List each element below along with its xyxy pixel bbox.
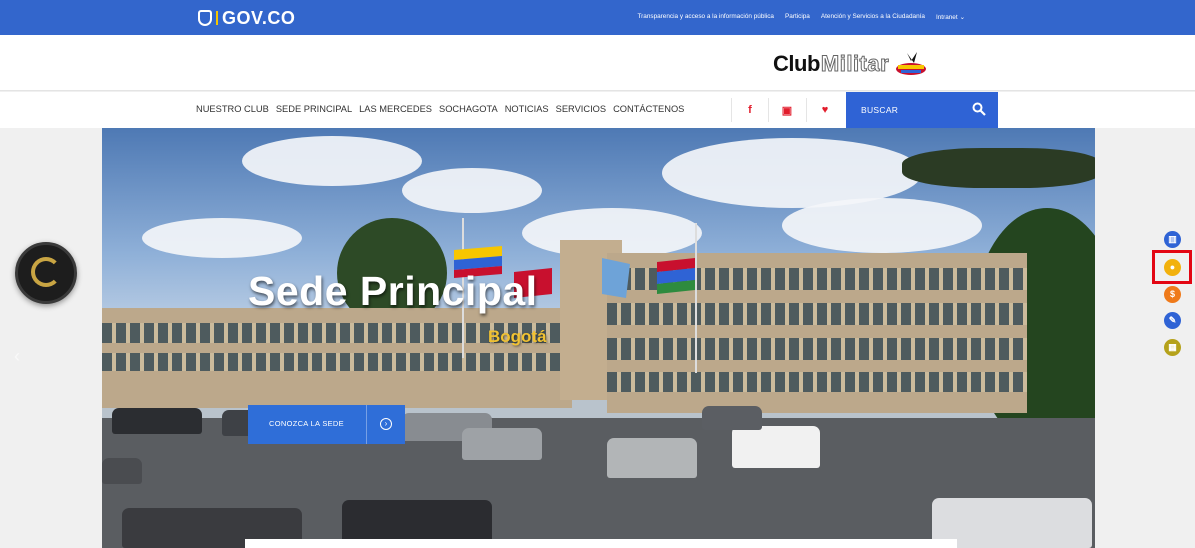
building-windows — [607, 338, 1027, 360]
gov-co-text: GOV.CO — [222, 7, 296, 28]
eagle-emblem-icon — [896, 52, 927, 75]
gov-links: Transparencia y acceso a la información … — [637, 13, 965, 21]
gov-top-bar: GOV.CO Transparencia y acceso a la infor… — [0, 0, 1195, 35]
nav-menu: NUESTRO CLUB SEDE PRINCIPAL LAS MERCEDES… — [196, 104, 684, 114]
hero-subtitle: Bogotá — [488, 327, 547, 346]
hero-title: Sede Principal — [248, 268, 538, 314]
club-militar-logo[interactable]: Club Militar — [773, 49, 929, 79]
cloud — [242, 136, 422, 186]
cloud — [142, 218, 302, 258]
intranet-dropdown[interactable]: Intranet ⌄ — [936, 13, 965, 21]
car — [732, 426, 820, 468]
search-icon[interactable] — [972, 102, 986, 116]
brand-header: Club Militar — [0, 35, 1195, 91]
link-atencion[interactable]: Atención y Servicios a la Ciudadanía — [821, 13, 925, 21]
nav-item-servicios[interactable]: SERVICIOS — [556, 104, 606, 114]
building-windows — [102, 353, 572, 371]
nav-item-noticias[interactable]: NOTICIAS — [505, 104, 549, 114]
building-windows — [607, 303, 1027, 325]
calendar-icon[interactable]: ▦ — [1164, 339, 1181, 356]
selection-highlight — [1152, 250, 1192, 284]
search-box[interactable]: BUSCAR — [846, 92, 998, 128]
hero-slider: Sede Principal Bogotá CONOZCA LA SEDE › — [102, 128, 1095, 548]
link-participa[interactable]: Participa — [785, 13, 810, 21]
floating-club-logo-button[interactable] — [15, 242, 77, 304]
search-label: BUSCAR — [861, 105, 899, 115]
page: GOV.CO Transparencia y acceso a la infor… — [0, 0, 1195, 548]
instagram-icon[interactable]: ▣ — [769, 92, 805, 128]
gov-co-logo[interactable]: GOV.CO — [198, 7, 295, 29]
flag-blue — [602, 258, 630, 298]
nav-item-contactenos[interactable]: CONTÁCTENOS — [613, 104, 684, 114]
building-windows — [607, 372, 1027, 392]
car — [112, 408, 202, 434]
car — [702, 406, 762, 430]
flag-gambia — [657, 258, 695, 294]
arrow-right-icon: › — [380, 418, 392, 430]
car — [462, 428, 542, 460]
main-navigation: NUESTRO CLUB SEDE PRINCIPAL LAS MERCEDES… — [0, 92, 1195, 128]
content-card-edge — [245, 539, 957, 548]
nav-item-sede-principal[interactable]: SEDE PRINCIPAL — [276, 104, 352, 114]
nav-item-sochagota[interactable]: SOCHAGOTA — [439, 104, 498, 114]
chevron-down-icon: ⌄ — [959, 14, 965, 21]
car — [607, 438, 697, 478]
facebook-icon[interactable]: f — [732, 92, 768, 128]
tree — [902, 148, 1095, 188]
logo-club-text: Club — [773, 51, 820, 76]
nav-item-nuestro-club[interactable]: NUESTRO CLUB — [196, 104, 269, 114]
twitter-icon[interactable]: ♥ — [807, 92, 843, 128]
flagpole — [695, 223, 697, 373]
slider-prev-arrow[interactable]: ‹ — [14, 346, 28, 366]
cta-divider — [366, 405, 367, 444]
logo-separator — [216, 11, 218, 25]
stats-icon[interactable]: ▥ — [1164, 231, 1181, 248]
cloud — [782, 198, 982, 253]
colombia-shield-icon — [198, 10, 212, 26]
cloud — [402, 168, 542, 213]
link-transparencia[interactable]: Transparencia y acceso a la información … — [637, 13, 774, 21]
cta-label: CONOZCA LA SEDE — [269, 419, 344, 428]
dollar-icon[interactable]: $ — [1164, 286, 1181, 303]
conozca-la-sede-button[interactable]: CONOZCA LA SEDE › — [248, 405, 405, 444]
nav-item-las-mercedes[interactable]: LAS MERCEDES — [359, 104, 432, 114]
car — [102, 458, 142, 484]
logo-ring-icon — [31, 257, 61, 287]
logo-militar-text: Militar — [820, 51, 890, 77]
intranet-label: Intranet — [935, 14, 958, 21]
pencil-icon[interactable]: ✎ — [1164, 312, 1181, 329]
